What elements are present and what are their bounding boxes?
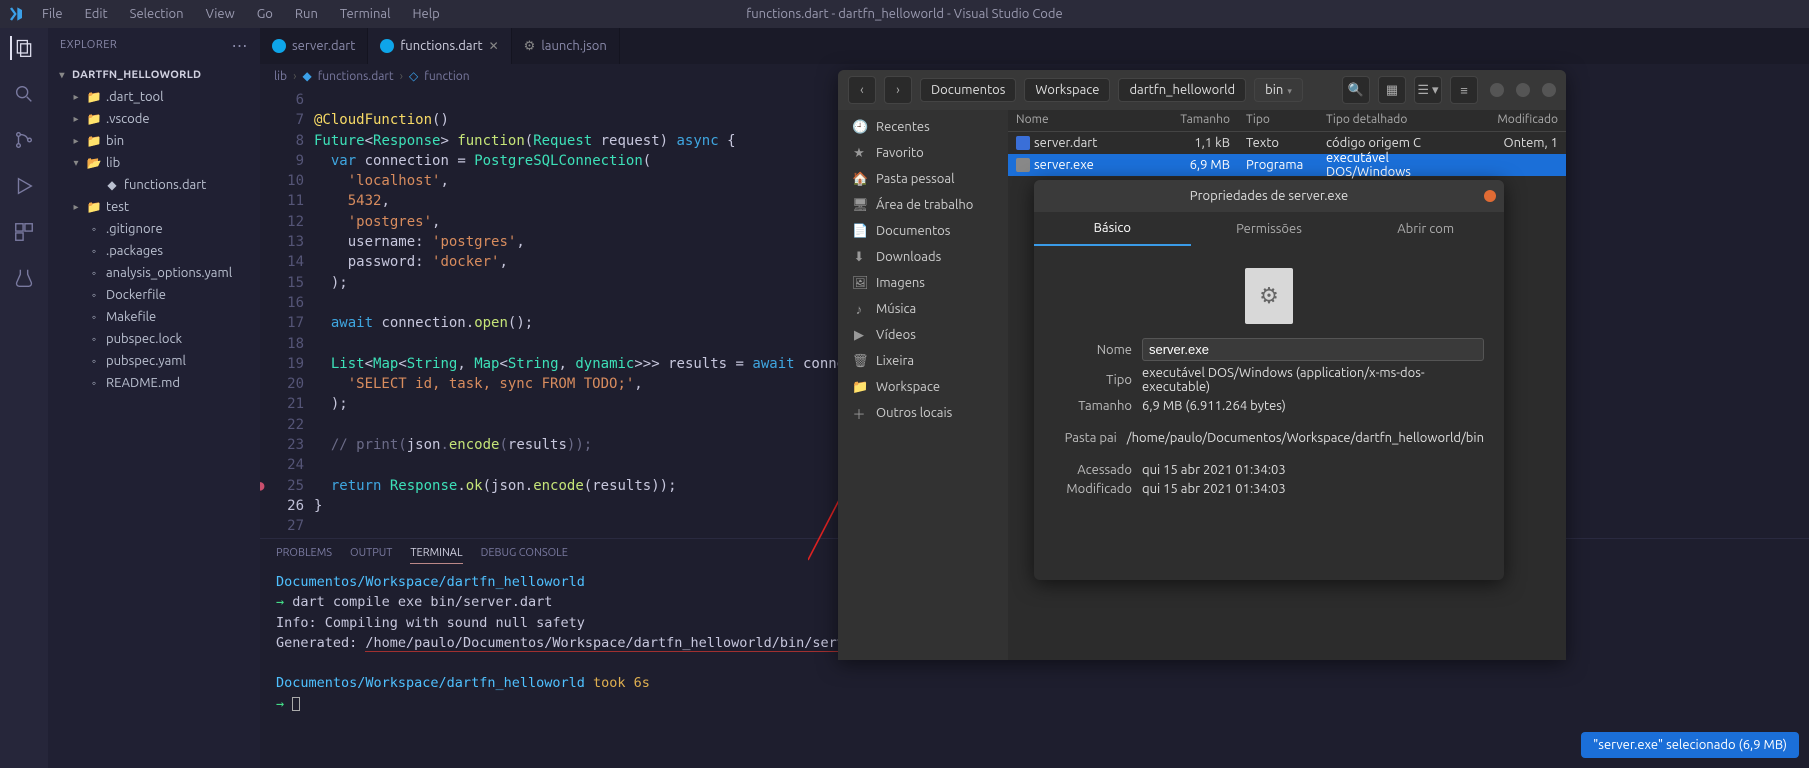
testing-icon[interactable] — [12, 266, 36, 290]
panel-tab-terminal[interactable]: TERMINAL — [410, 547, 462, 564]
menu-go[interactable]: Go — [251, 5, 279, 23]
tree-item[interactable]: ▸📁test — [48, 196, 260, 218]
prop-tab-openwith[interactable]: Abrir com — [1347, 212, 1504, 246]
fm-sidebar-item[interactable]: ▶Vídeos — [838, 322, 1008, 348]
fm-menu-icon[interactable]: ≡ — [1450, 76, 1478, 104]
panel-tab-debug[interactable]: DEBUG CONSOLE — [481, 547, 568, 564]
fm-close-icon[interactable] — [1542, 83, 1556, 97]
editor-tab[interactable]: launch.json — [512, 28, 620, 64]
fm-sidebar-item[interactable]: 📄Documentos — [838, 218, 1008, 244]
fm-search-icon[interactable]: 🔍 — [1342, 76, 1370, 104]
explorer-icon[interactable] — [10, 36, 34, 60]
tree-item[interactable]: ◦.packages — [48, 240, 260, 262]
fm-statusbar: "server.exe" selecionado (6,9 MB) — [1581, 732, 1799, 758]
fm-maximize-icon[interactable] — [1516, 83, 1530, 97]
fm-columns[interactable]: Nome Tamanho Tipo Tipo detalhado Modific… — [1008, 110, 1566, 132]
menubar: File Edit Selection View Go Run Terminal… — [0, 0, 1809, 28]
tree-item[interactable]: ◦README.md — [48, 372, 260, 394]
tree-item[interactable]: ◦Makefile — [48, 306, 260, 328]
editor-tabs: server.dartfunctions.dart✕launch.json — [260, 28, 1809, 64]
menu-run[interactable]: Run — [289, 5, 324, 23]
extensions-icon[interactable] — [12, 220, 36, 244]
tree-item[interactable]: ▾📂lib — [48, 152, 260, 174]
fm-path-documentos[interactable]: Documentos — [920, 78, 1016, 102]
prop-tab-basic[interactable]: Básico — [1034, 212, 1191, 246]
fm-back-button[interactable]: ‹ — [848, 76, 876, 104]
search-icon[interactable] — [12, 82, 36, 106]
tree-item[interactable]: ▸📁.dart_tool — [48, 86, 260, 108]
activity-bar — [0, 28, 48, 768]
prop-size-value: 6,9 MB (6.911.264 bytes) — [1142, 399, 1484, 413]
file-tree: ▾DARTFN_HELLOWORLD ▸📁.dart_tool▸📁.vscode… — [48, 62, 260, 396]
window-title: functions.dart - dartfn_helloworld - Vis… — [746, 7, 1062, 21]
menu-view[interactable]: View — [200, 5, 241, 23]
tree-item[interactable]: ◦analysis_options.yaml — [48, 262, 260, 284]
fm-sidebar: 🕘Recentes★Favorito🏠Pasta pessoal🖥Área de… — [838, 110, 1008, 660]
vscode-logo-icon — [8, 5, 26, 23]
panel-tab-output[interactable]: OUTPUT — [350, 547, 392, 564]
fm-sidebar-item[interactable]: 🏠Pasta pessoal — [838, 166, 1008, 192]
fm-sidebar-item[interactable]: 🖥Área de trabalho — [838, 192, 1008, 218]
fm-view-grid-icon[interactable]: ▦ — [1378, 76, 1406, 104]
fm-path-project[interactable]: dartfn_helloworld — [1118, 78, 1246, 102]
fm-file-row[interactable]: server.dart 1,1 kB Texto código origem C… — [1008, 132, 1566, 154]
tree-item[interactable]: ◦Dockerfile — [48, 284, 260, 306]
fm-path-workspace[interactable]: Workspace — [1024, 78, 1110, 102]
menu-help[interactable]: Help — [406, 5, 445, 23]
fm-file-row[interactable]: server.exe 6,9 MB Programa executável DO… — [1008, 154, 1566, 176]
fm-sidebar-item[interactable]: ⬇Downloads — [838, 244, 1008, 270]
menu-edit[interactable]: Edit — [79, 5, 114, 23]
line-gutter[interactable]: 6789101112131415161718192021222324252627 — [260, 88, 314, 538]
tree-item[interactable]: ▸📁.vscode — [48, 108, 260, 130]
fm-minimize-icon[interactable] — [1490, 83, 1504, 97]
tree-item[interactable]: ◦pubspec.lock — [48, 328, 260, 350]
explorer-sidebar: EXPLORER ⋯ ▾DARTFN_HELLOWORLD ▸📁.dart_to… — [48, 28, 260, 768]
fm-sidebar-item[interactable]: 🖼Imagens — [838, 270, 1008, 296]
editor-tab[interactable]: functions.dart✕ — [368, 28, 511, 64]
fm-forward-button[interactable]: › — [884, 76, 912, 104]
tree-item[interactable]: ◆functions.dart — [48, 174, 260, 196]
fm-sidebar-item[interactable]: ＋Outros locais — [838, 400, 1008, 426]
menu-terminal[interactable]: Terminal — [334, 5, 397, 23]
fm-view-list-icon[interactable]: ☰ ▾ — [1414, 76, 1442, 104]
prop-tab-permissions[interactable]: Permissões — [1191, 212, 1348, 246]
menu-file[interactable]: File — [36, 5, 69, 23]
source-control-icon[interactable] — [12, 128, 36, 152]
fm-header: ‹ › Documentos Workspace dartfn_hellowor… — [838, 70, 1566, 110]
tree-item[interactable]: ▸📁bin — [48, 130, 260, 152]
prop-name-input[interactable] — [1142, 338, 1484, 361]
explorer-more-icon[interactable]: ⋯ — [232, 36, 249, 55]
tree-root[interactable]: ▾DARTFN_HELLOWORLD — [48, 64, 260, 86]
prop-accessed-value: qui 15 abr 2021 01:34:03 — [1142, 463, 1484, 477]
fm-sidebar-item[interactable]: ★Favorito — [838, 140, 1008, 166]
fm-sidebar-item[interactable]: 🕘Recentes — [838, 114, 1008, 140]
tree-item[interactable]: ◦.gitignore — [48, 218, 260, 240]
menu-selection[interactable]: Selection — [124, 5, 190, 23]
fm-sidebar-item[interactable]: ♪Música — [838, 296, 1008, 322]
tree-item[interactable]: ◦pubspec.yaml — [48, 350, 260, 372]
properties-titlebar: Propriedades de server.exe — [1034, 180, 1504, 212]
prop-modified-value: qui 15 abr 2021 01:34:03 — [1142, 482, 1484, 496]
explorer-title: EXPLORER — [60, 39, 117, 51]
properties-dialog: Propriedades de server.exe Básico Permis… — [1034, 180, 1504, 580]
prop-type-value: executável DOS/Windows (application/x-ms… — [1142, 366, 1484, 394]
prop-file-icon — [1245, 268, 1293, 324]
fm-sidebar-item[interactable]: 🗑Lixeira — [838, 348, 1008, 374]
editor-tab[interactable]: server.dart — [260, 28, 368, 64]
panel-tab-problems[interactable]: PROBLEMS — [276, 547, 332, 564]
run-debug-icon[interactable] — [12, 174, 36, 198]
prop-parent-value: /home/paulo/Documentos/Workspace/dartfn_… — [1127, 431, 1484, 445]
fm-sidebar-item[interactable]: 📁Workspace — [838, 374, 1008, 400]
fm-path-bin[interactable]: bin▾ — [1254, 78, 1303, 102]
properties-close-icon[interactable] — [1484, 190, 1496, 202]
